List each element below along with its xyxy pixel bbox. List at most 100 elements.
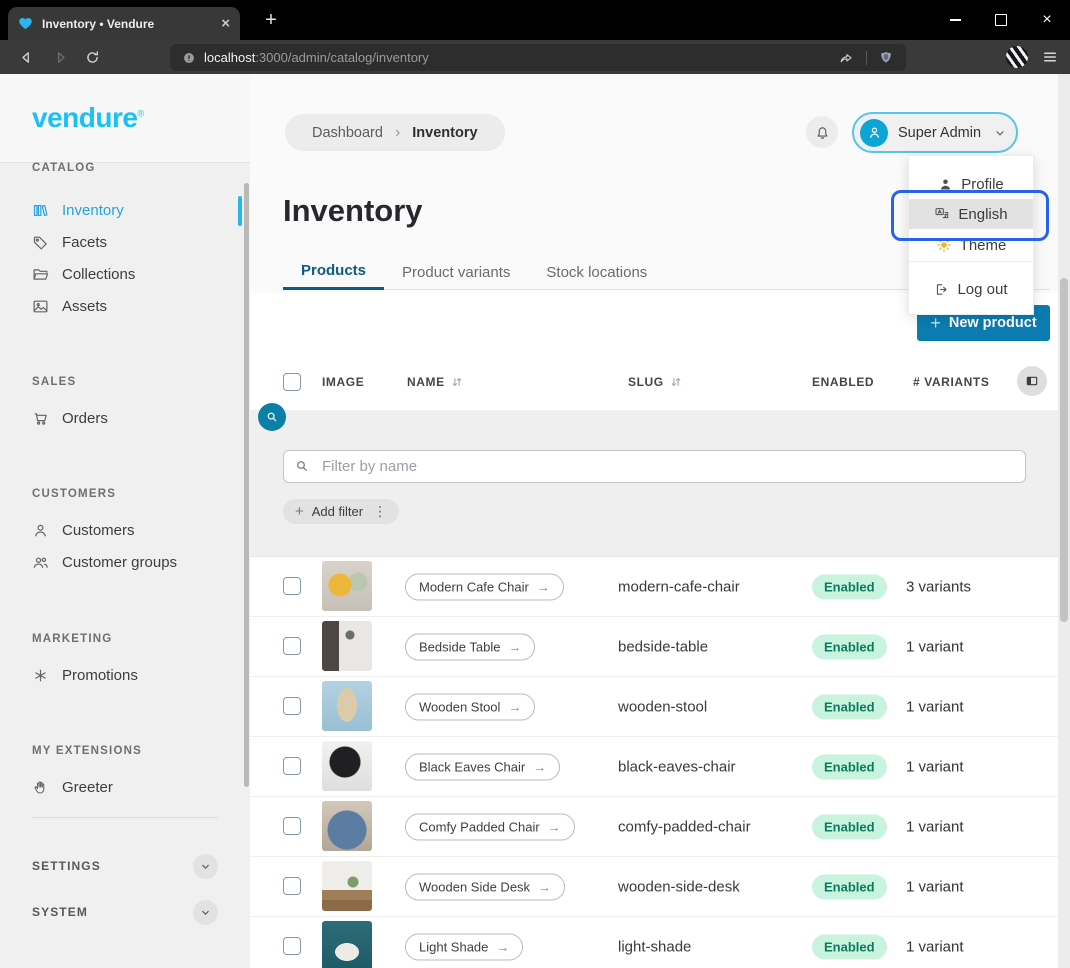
share-icon[interactable] (838, 49, 855, 66)
product-slug: bedside-table (618, 638, 708, 655)
browser-back-button[interactable] (14, 45, 38, 69)
tab-close-icon[interactable]: × (221, 16, 230, 31)
sidebar-item-orders[interactable]: Orders (32, 404, 108, 432)
browser-reload-button[interactable] (80, 45, 104, 69)
browser-forward-button[interactable] (48, 45, 72, 69)
sidebar-item-facets[interactable]: Facets (32, 228, 107, 256)
sort-icon[interactable] (670, 376, 682, 388)
breadcrumb-dashboard-link[interactable]: Dashboard (312, 125, 383, 141)
column-header-variants[interactable]: # VARIANTS (913, 375, 989, 389)
arrow-right-icon: → (496, 939, 509, 954)
breadcrumb-current[interactable]: Inventory (412, 125, 477, 141)
sidebar: vendure® CATALOG Inventory Facets Collec… (0, 74, 250, 968)
window-maximize-button[interactable] (978, 0, 1024, 40)
menu-item-language[interactable]: English (909, 199, 1033, 229)
sidebar-section-settings[interactable]: SETTINGS (32, 852, 218, 880)
column-header-enabled[interactable]: ENABLED (812, 375, 874, 389)
asterisk-icon (32, 667, 49, 684)
browser-menu-icon[interactable] (1038, 45, 1062, 69)
sidebar-item-inventory[interactable]: Inventory (32, 196, 124, 224)
breadcrumb: Dashboard › Inventory (285, 114, 505, 151)
system-label: SYSTEM (32, 905, 88, 919)
status-badge: Enabled (812, 874, 887, 899)
window-minimize-button[interactable] (932, 0, 978, 40)
column-header-image[interactable]: IMAGE (322, 375, 364, 389)
variant-count: 1 variant (906, 638, 964, 655)
sidebar-divider (32, 817, 218, 818)
row-checkbox[interactable] (283, 577, 301, 595)
sidebar-item-greeter[interactable]: Greeter (32, 773, 113, 801)
product-link-button[interactable]: Bedside Table→ (405, 633, 535, 660)
toolbar-divider (866, 51, 867, 65)
notifications-button[interactable] (806, 116, 838, 148)
folder-icon (32, 266, 49, 283)
chevron-down-icon[interactable] (193, 854, 218, 879)
tab-products[interactable]: Products (283, 254, 384, 290)
column-header-name[interactable]: NAME (407, 375, 463, 389)
new-tab-button[interactable]: + (257, 6, 285, 34)
site-info-icon[interactable] (182, 51, 196, 65)
add-filter-button[interactable]: + Add filter ⋮ (283, 499, 399, 524)
brave-shield-icon[interactable] (878, 50, 894, 66)
browser-tab[interactable]: Inventory • Vendure × (8, 7, 240, 40)
product-thumbnail (322, 741, 372, 791)
main-scrollbar[interactable] (1058, 74, 1070, 968)
sidebar-item-assets[interactable]: Assets (32, 292, 107, 320)
status-badge: Enabled (812, 814, 887, 839)
product-link-button[interactable]: Light Shade→ (405, 933, 523, 960)
user-menu-button[interactable]: Super Admin (852, 112, 1018, 153)
table-row: Bedside Table→ bedside-table Enabled 1 v… (250, 617, 1058, 677)
main-scrollbar-thumb[interactable] (1060, 278, 1068, 622)
row-checkbox[interactable] (283, 817, 301, 835)
plus-icon: + (930, 313, 941, 334)
row-checkbox[interactable] (283, 637, 301, 655)
product-link-button[interactable]: Wooden Stool→ (405, 693, 535, 720)
sidebar-section-system[interactable]: SYSTEM (32, 898, 218, 926)
menu-divider (909, 261, 1033, 262)
sidebar-item-promotions[interactable]: Promotions (32, 661, 138, 689)
row-checkbox[interactable] (283, 757, 301, 775)
row-checkbox[interactable] (283, 697, 301, 715)
tab-stock-locations[interactable]: Stock locations (528, 254, 665, 290)
product-thumbnail (322, 861, 372, 911)
vendure-logo[interactable]: vendure® (32, 102, 144, 134)
filter-by-name-input[interactable] (283, 450, 1026, 483)
product-slug: black-eaves-chair (618, 758, 736, 775)
row-checkbox[interactable] (283, 937, 301, 955)
menu-item-logout[interactable]: Log out (909, 274, 1033, 304)
users-icon (32, 554, 49, 571)
product-link-button[interactable]: Modern Cafe Chair→ (405, 573, 564, 600)
kebab-menu-icon[interactable]: ⋮ (373, 503, 387, 520)
menu-item-theme[interactable]: Theme (909, 230, 1033, 260)
avatar (860, 119, 888, 147)
sidebar-item-customer-groups[interactable]: Customer groups (32, 548, 177, 576)
product-link-button[interactable]: Black Eaves Chair→ (405, 753, 560, 780)
search-toggle-button[interactable] (258, 403, 286, 431)
sidebar-item-customers[interactable]: Customers (32, 516, 135, 544)
url-bar[interactable]: localhost:3000/admin/catalog/inventory (170, 44, 906, 71)
sidebar-item-label: Collections (62, 266, 135, 283)
settings-label: SETTINGS (32, 859, 101, 873)
chevron-down-icon[interactable] (193, 900, 218, 925)
select-all-checkbox[interactable] (283, 373, 301, 391)
variant-count: 1 variant (906, 818, 964, 835)
sidebar-scrollbar-thumb[interactable] (244, 183, 249, 787)
arrow-right-icon: → (508, 639, 521, 654)
image-icon (32, 298, 49, 315)
window-close-button[interactable]: × (1024, 0, 1070, 40)
row-checkbox[interactable] (283, 877, 301, 895)
product-link-button[interactable]: Comfy Padded Chair→ (405, 813, 575, 840)
column-header-slug[interactable]: SLUG (628, 375, 682, 389)
sort-icon[interactable] (451, 376, 463, 388)
tab-product-variants[interactable]: Product variants (384, 254, 528, 290)
variant-count: 1 variant (906, 758, 964, 775)
product-link-button[interactable]: Wooden Side Desk→ (405, 873, 565, 900)
sidebar-item-collections[interactable]: Collections (32, 260, 135, 288)
product-thumbnail (322, 681, 372, 731)
screen: Inventory • Vendure × + × localhost:3000… (0, 0, 1070, 968)
menu-item-profile[interactable]: Profile (909, 169, 1033, 199)
profile-icon (938, 177, 953, 192)
browser-profile-avatar[interactable] (1006, 46, 1028, 68)
variant-count: 1 variant (906, 698, 964, 715)
column-settings-button[interactable] (1017, 366, 1047, 396)
